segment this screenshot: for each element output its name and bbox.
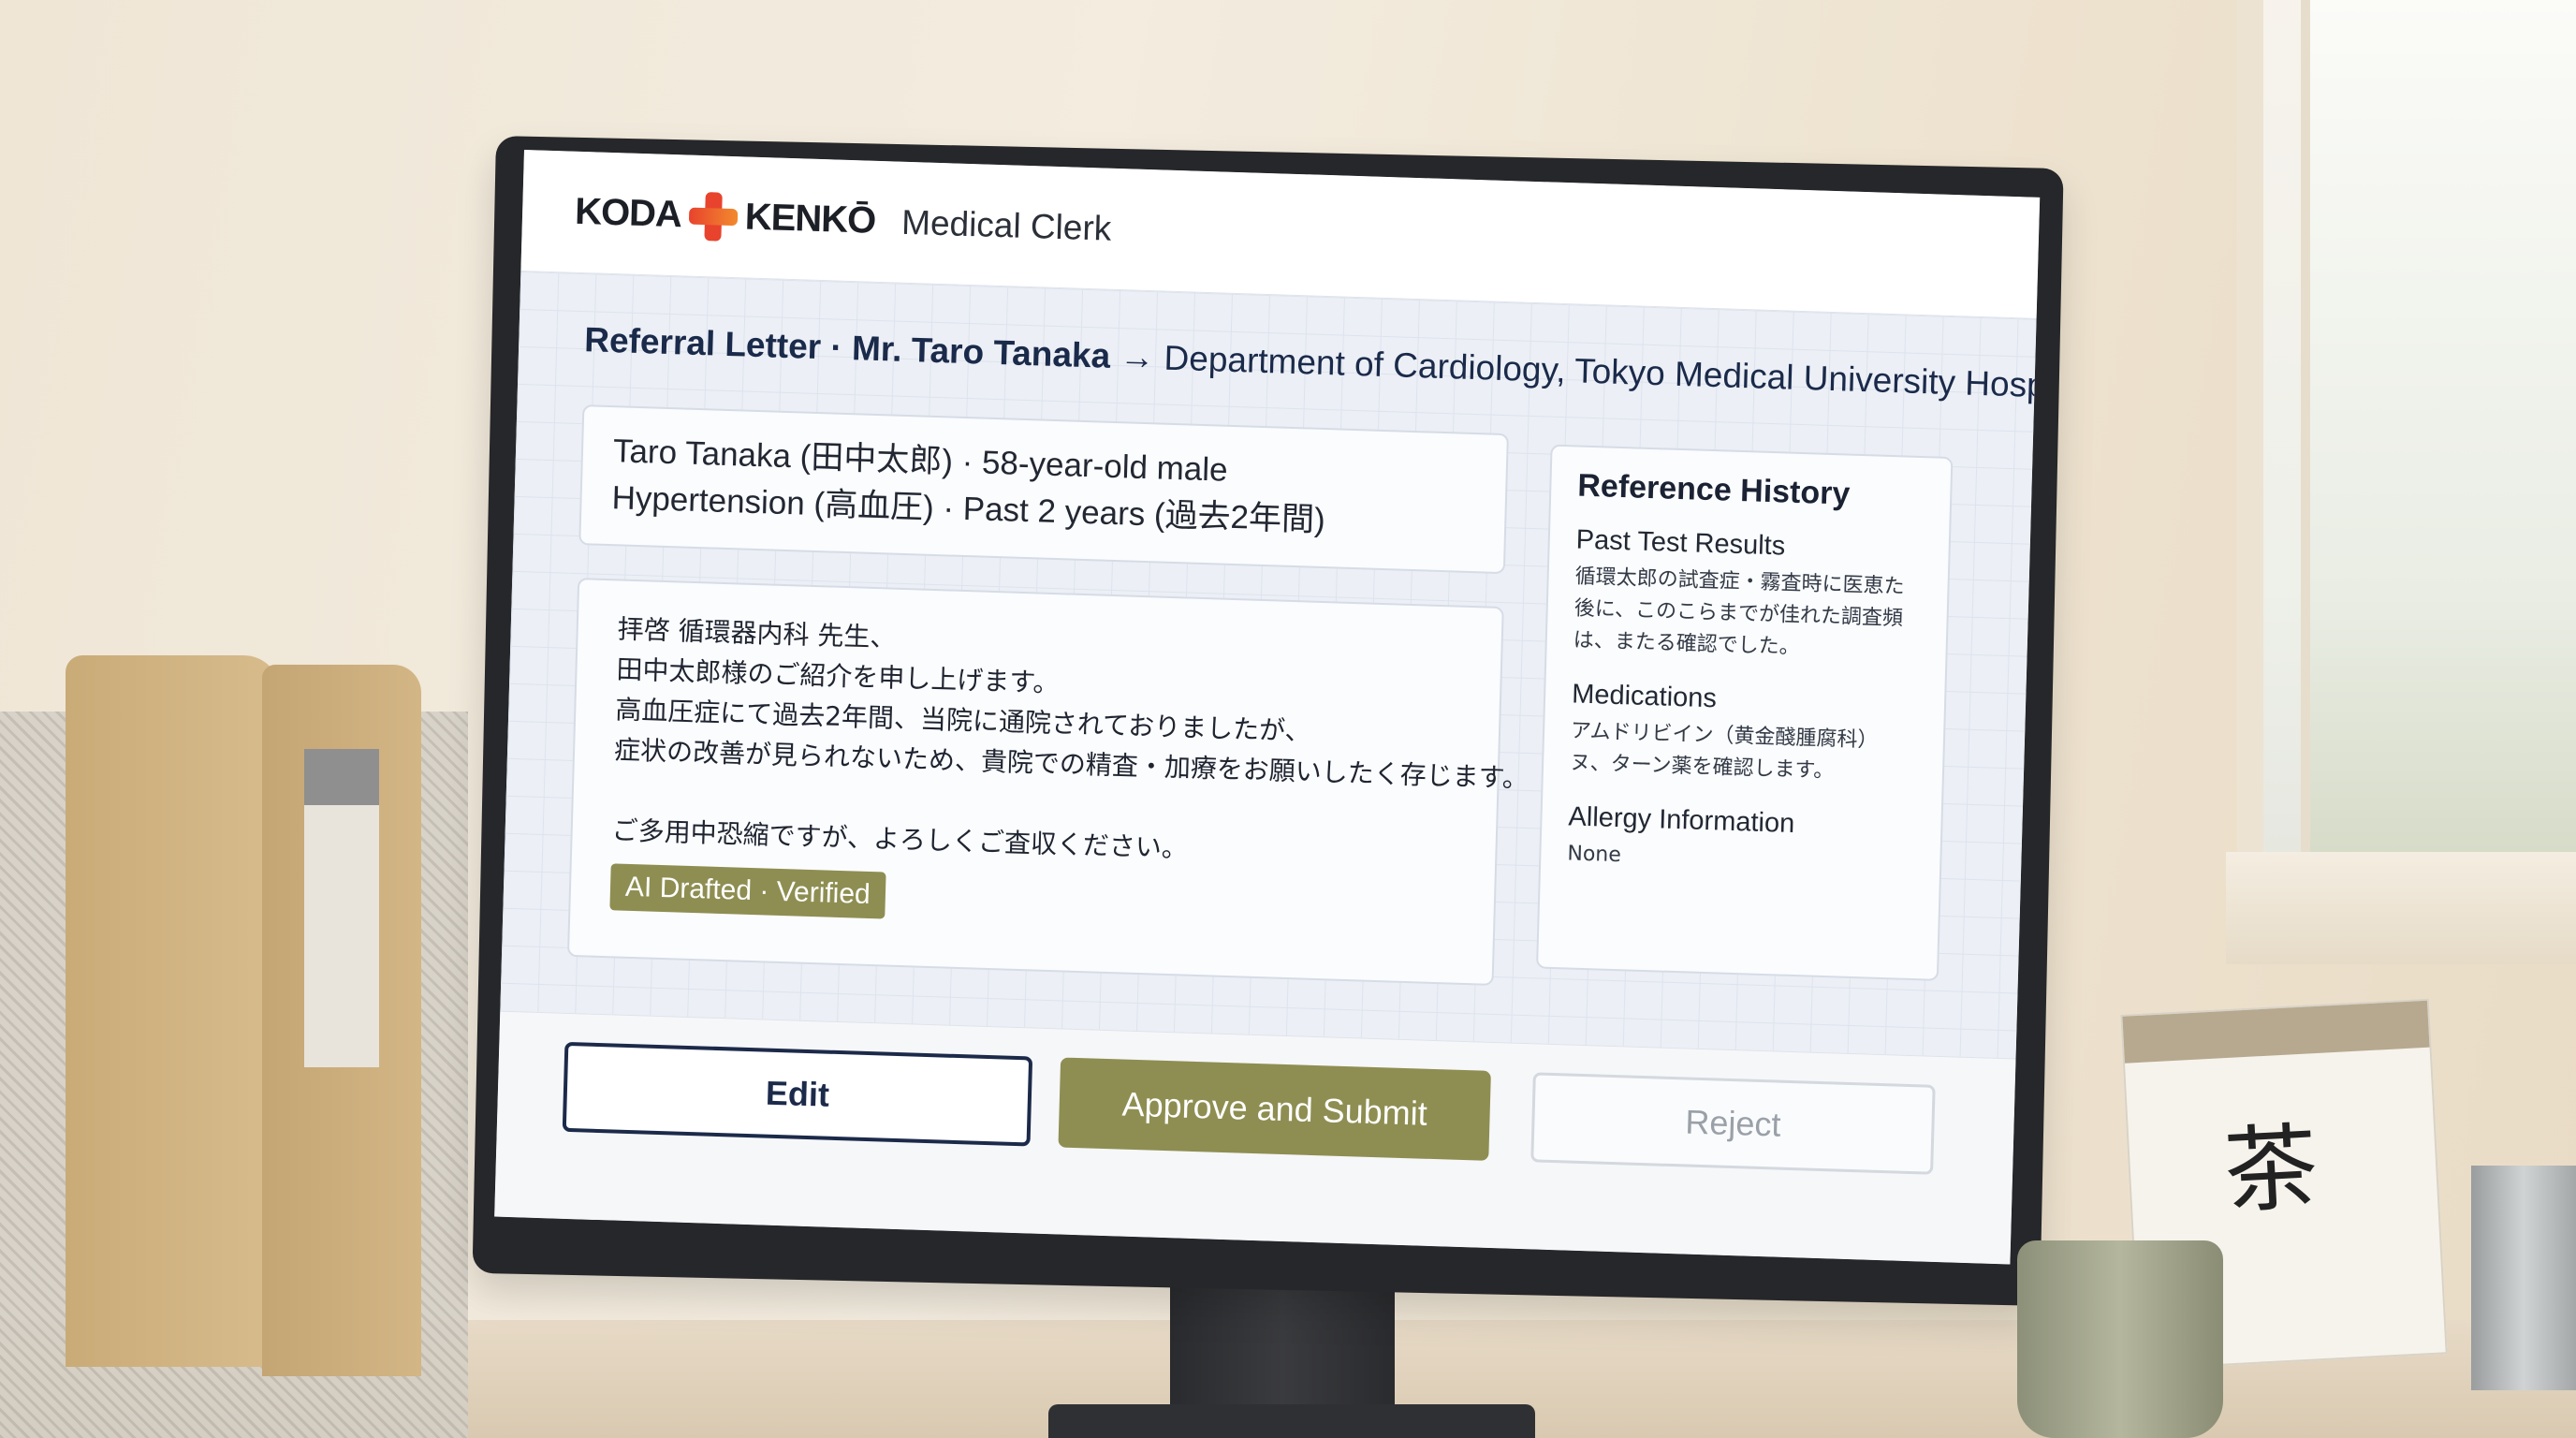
reference-heading-medications: Medications — [1571, 679, 1718, 714]
window-sill — [2226, 852, 2576, 964]
calendar-binding — [2122, 1000, 2430, 1064]
app-name: Medical Clerk — [900, 202, 1112, 248]
folder — [66, 655, 281, 1367]
reference-body-tests: 循環太郎の試査症・霧査時に医恵た後に、このこらまでが佳れた調査頻は、またる確認で… — [1573, 565, 1905, 660]
page-title: Referral Letter · Mr. Taro Tanaka → Depa… — [584, 320, 2040, 407]
reference-title: Reference History — [1576, 467, 1851, 512]
reference-heading-tests: Past Test Results — [1575, 524, 1786, 562]
logo-text-left: KODA — [574, 190, 682, 236]
page-title-destination: → Department of Cardiology, Tokyo Medica… — [1119, 337, 2041, 406]
approve-submit-button[interactable]: Approve and Submit — [1058, 1057, 1491, 1161]
brand-logo[interactable]: KODA KENKŌ — [574, 187, 876, 245]
patient-summary-card: Taro Tanaka (田中太郎) · 58-year-old male Hy… — [578, 404, 1509, 575]
calendar-kanji: 茶 — [2221, 1112, 2321, 1227]
main-content: Referral Letter · Mr. Taro Tanaka → Depa… — [500, 271, 2040, 1059]
reference-history-panel: Reference History Past Test Results 循環太郎… — [1536, 444, 1954, 981]
reference-heading-allergy: Allergy Information — [1568, 801, 1795, 839]
reject-button[interactable]: Reject — [1530, 1072, 1936, 1175]
pen-holder — [2471, 1166, 2576, 1390]
binder — [262, 665, 421, 1376]
reference-body-medications: アムドリビイン（黄金醆腫腐科）ヌ、ターン薬を確認します。 — [1569, 719, 1879, 784]
monitor-stand-base — [1048, 1404, 1535, 1438]
edit-button[interactable]: Edit — [562, 1041, 1033, 1147]
letter-body-card[interactable]: 拝啓 循環器内科 先生、 田中太郎様のご紹介を申し上げます。 高血圧症にて過去2… — [566, 578, 1529, 986]
window-pane — [2301, 0, 2576, 852]
ai-verified-badge: AI Drafted · Verified — [609, 863, 886, 919]
logo-text-right: KENKŌ — [744, 196, 876, 242]
tea-cup — [2017, 1240, 2223, 1438]
page-title-prefix: Referral Letter · Mr. Taro Tanaka — [583, 320, 1111, 375]
binder-label — [304, 749, 379, 1067]
background-window — [2226, 0, 2576, 964]
app-screen: KODA KENKŌ Medical Clerk Referral Letter… — [494, 150, 2041, 1265]
reference-body-allergy: None — [1567, 842, 1622, 868]
medical-cross-icon — [688, 191, 738, 242]
